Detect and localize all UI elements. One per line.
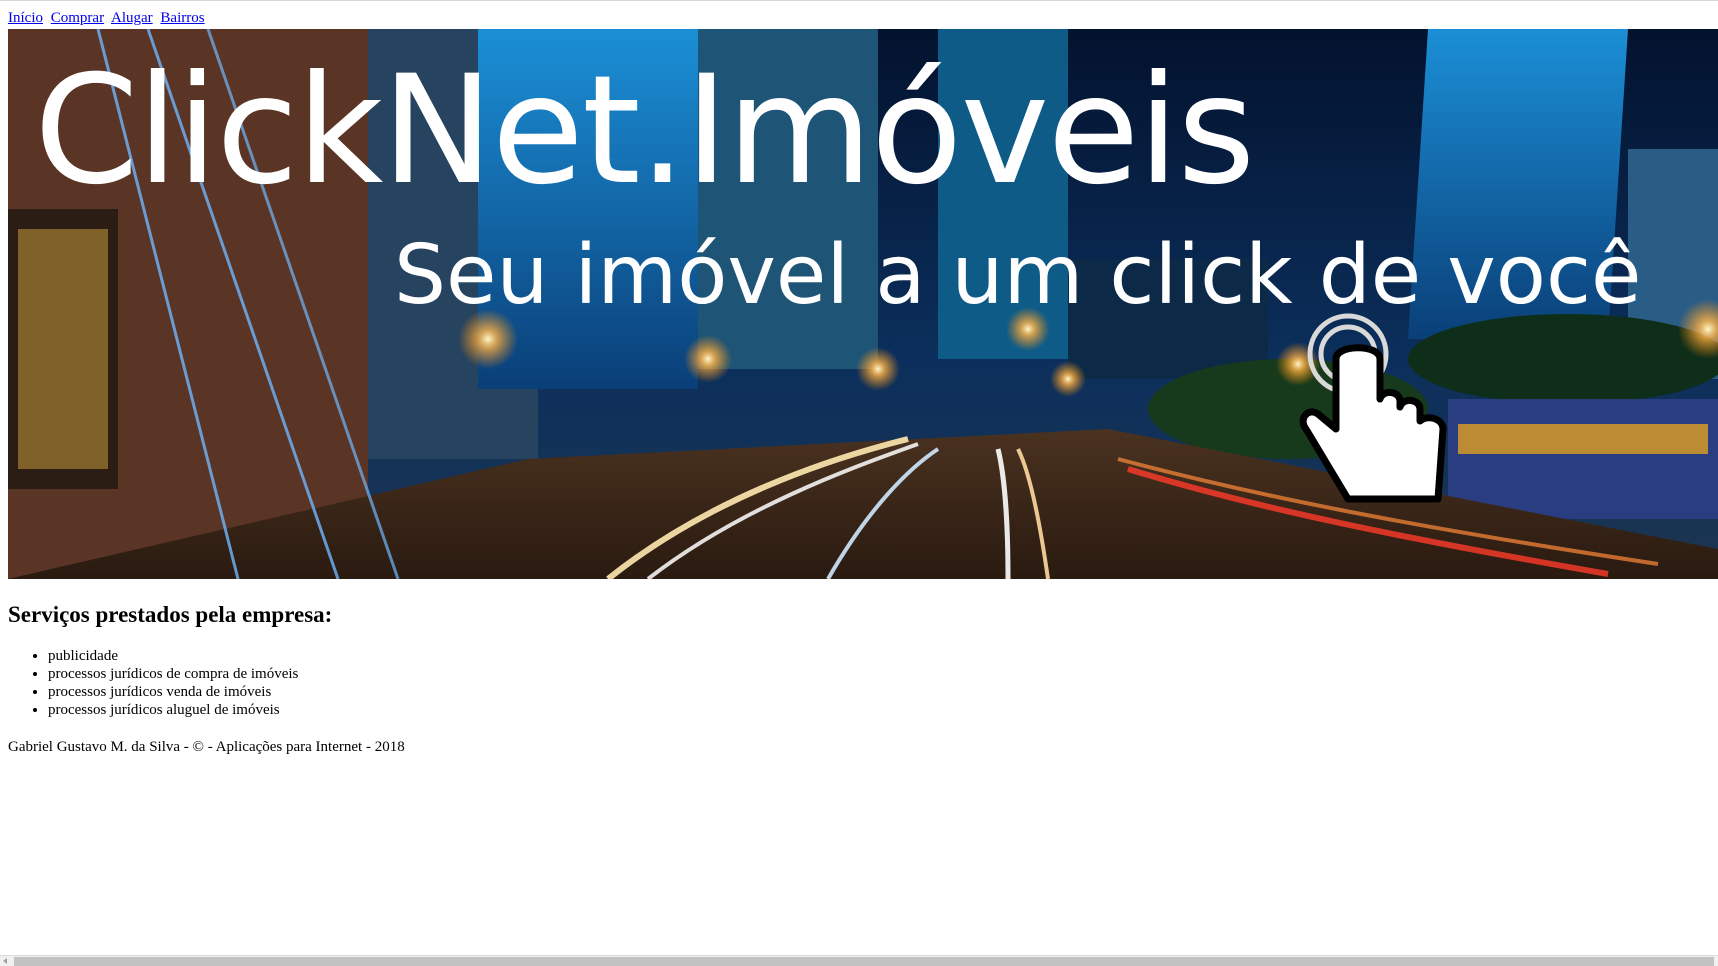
- horizontal-scrollbar[interactable]: [0, 955, 1718, 966]
- list-item: publicidade: [48, 647, 298, 665]
- scrollbar-thumb[interactable]: [14, 957, 1714, 966]
- footer-text: Gabriel Gustavo M. da Silva - © - Aplica…: [8, 739, 405, 755]
- scroll-left-arrow-icon[interactable]: [3, 958, 7, 964]
- services-list: publicidade processos jurídicos de compr…: [8, 647, 298, 719]
- list-item: processos jurídicos venda de imóveis: [48, 683, 298, 701]
- page: Início Comprar Alugar Bairros ClickNet.I…: [0, 0, 1718, 966]
- services-heading: Serviços prestados pela empresa:: [8, 602, 333, 627]
- nav-link-inicio[interactable]: Início: [8, 10, 43, 26]
- hero-subtitle: Seu imóvel a um click de você: [394, 228, 1642, 323]
- list-item: processos jurídicos de compra de imóveis: [48, 665, 298, 683]
- nav-link-bairros[interactable]: Bairros: [160, 10, 204, 26]
- nav-link-alugar[interactable]: Alugar: [111, 10, 153, 26]
- top-nav: Início Comprar Alugar Bairros: [8, 9, 209, 27]
- nav-link-comprar[interactable]: Comprar: [51, 10, 104, 26]
- hero-banner: ClickNet.Imóveis Seu imóvel a um click d…: [8, 29, 1718, 579]
- list-item: processos jurídicos aluguel de imóveis: [48, 701, 298, 719]
- hero-title: ClickNet.Imóveis: [34, 44, 1255, 218]
